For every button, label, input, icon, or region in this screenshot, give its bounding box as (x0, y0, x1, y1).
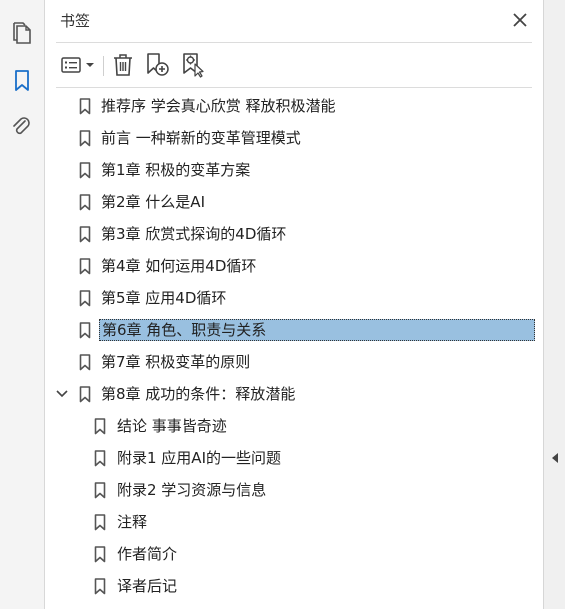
bookmark-label: 前言 一种崭新的变革管理模式 (101, 129, 301, 147)
bookmark-item[interactable]: 第4章 如何运用4D循环 (46, 252, 542, 280)
chevron-down-icon[interactable] (54, 386, 70, 402)
bookmark-icon (79, 386, 91, 403)
bookmark-item[interactable]: 附录2 学习资源与信息 (46, 476, 542, 504)
bookmark-item[interactable]: 译者后记 (46, 572, 542, 600)
delete-bookmark-button[interactable] (110, 51, 136, 79)
bookmarks-button[interactable] (8, 67, 36, 95)
pages-icon (13, 22, 31, 44)
bookmark-icon (94, 514, 106, 531)
collapse-panel-arrow-icon[interactable] (550, 452, 560, 464)
options-menu-icon (61, 57, 94, 73)
collapse-rail[interactable] (543, 0, 565, 609)
bookmark-label: 附录2 学习资源与信息 (117, 481, 267, 499)
bookmark-label: 推荐序 学会真心欣赏 释放积极潜能 (101, 97, 336, 115)
attachments-button[interactable] (8, 113, 36, 141)
bookmark-icon (94, 578, 106, 595)
bookmarks-toolbar (46, 45, 542, 85)
bookmark-icon (79, 354, 91, 371)
bookmark-item[interactable]: 第3章 欣赏式探询的4D循环 (46, 220, 542, 248)
navigation-rail (0, 0, 45, 609)
bookmark-item[interactable]: 附录1 应用AI的一些问题 (46, 444, 542, 472)
bookmark-icon (15, 70, 29, 91)
bookmark-icon (79, 290, 91, 307)
bookmark-label: 译者后记 (117, 577, 178, 595)
bookmark-label: 第2章 什么是AI (101, 193, 205, 211)
header-divider (56, 42, 532, 43)
bookmark-item[interactable]: 推荐序 学会真心欣赏 释放积极潜能 (46, 92, 542, 120)
bookmark-icon (94, 546, 106, 563)
options-menu-button[interactable] (58, 51, 98, 79)
close-icon (513, 13, 527, 27)
bookmark-label: 第7章 积极变革的原则 (101, 353, 251, 371)
panel-title: 书签 (60, 12, 91, 30)
pages-button[interactable] (8, 20, 36, 48)
bookmark-label: 结论 事事皆奇迹 (117, 417, 227, 435)
bookmark-item[interactable]: 结论 事事皆奇迹 (46, 412, 542, 440)
bookmark-label: 第6章 角色、职责与关系 (99, 319, 535, 341)
bookmark-icon (79, 226, 91, 243)
bookmark-item[interactable]: 注释 (46, 508, 542, 536)
bookmark-icon (94, 418, 106, 435)
new-bookmark-button[interactable] (144, 51, 172, 79)
bookmark-icon (94, 482, 106, 499)
bookmark-label: 第8章 成功的条件：释放潜能 (101, 385, 296, 403)
find-current-bookmark-icon (183, 53, 204, 78)
close-panel-button[interactable] (510, 10, 530, 30)
toolbar-divider-line (56, 87, 532, 88)
bookmark-icon (79, 322, 91, 339)
bookmark-item[interactable]: 第6章 角色、职责与关系 (46, 316, 542, 344)
bookmark-label: 第4章 如何运用4D循环 (101, 257, 257, 275)
bookmark-label: 第3章 欣赏式探询的4D循环 (101, 225, 287, 243)
bookmark-item[interactable]: 前言 一种崭新的变革管理模式 (46, 124, 542, 152)
new-bookmark-icon (147, 53, 169, 76)
bookmark-icon (79, 98, 91, 115)
bookmark-icon (79, 258, 91, 275)
bookmark-label: 作者简介 (117, 545, 178, 563)
paperclip-icon (13, 117, 30, 135)
bookmark-item[interactable]: 第5章 应用4D循环 (46, 284, 542, 312)
bookmark-item[interactable]: 第1章 积极的变革方案 (46, 156, 542, 184)
bookmark-icon (79, 130, 91, 147)
bookmark-label: 附录1 应用AI的一些问题 (117, 449, 281, 467)
bookmark-item[interactable]: 第2章 什么是AI (46, 188, 542, 216)
bookmark-label: 第5章 应用4D循环 (101, 289, 227, 307)
toolbar-divider (103, 56, 104, 76)
find-current-bookmark-button[interactable] (179, 51, 207, 79)
bookmarks-panel: 书签 推荐序 学会真心欣赏 释放积极潜能 前言 一种崭新的变革管理模式 第1章 … (46, 0, 542, 609)
bookmark-icon (79, 194, 91, 211)
bookmark-icon (94, 450, 106, 467)
bookmark-label: 第1章 积极的变革方案 (101, 161, 251, 179)
trash-icon (114, 54, 132, 76)
bookmark-item[interactable]: 第7章 积极变革的原则 (46, 348, 542, 376)
bookmark-item[interactable]: 第8章 成功的条件：释放潜能 (46, 380, 542, 408)
bookmark-item[interactable]: 作者简介 (46, 540, 542, 568)
bookmark-label: 注释 (117, 513, 148, 531)
bookmark-icon (79, 162, 91, 179)
panel-header: 书签 (46, 0, 542, 42)
